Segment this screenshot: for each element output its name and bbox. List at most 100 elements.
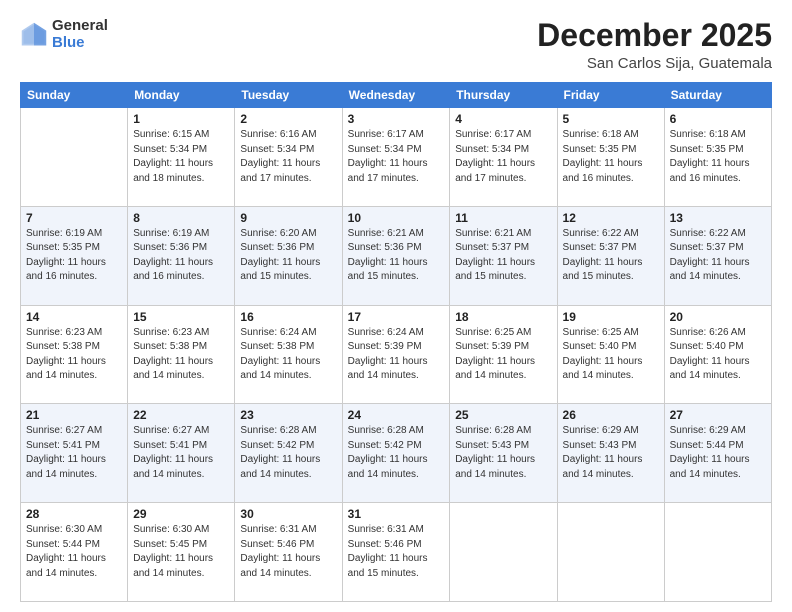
day-number: 5 [563, 112, 659, 126]
calendar-cell: 9 Sunrise: 6:20 AM Sunset: 5:36 PM Daylig… [235, 206, 342, 305]
header: General Blue December 2025 San Carlos Si… [20, 18, 772, 72]
day-info: Sunrise: 6:29 AM Sunset: 5:43 PM Dayligh… [563, 424, 659, 482]
day-number: 27 [670, 408, 766, 422]
day-number: 20 [670, 310, 766, 324]
day-header-saturday: Saturday [664, 83, 771, 108]
day-info: Sunrise: 6:17 AM Sunset: 5:34 PM Dayligh… [455, 128, 551, 186]
calendar-cell: 12Sunrise: 6:22 AM Sunset: 5:37 PM Dayli… [557, 206, 664, 305]
calendar-cell: 23 Sunrise: 6:28 AM Sunset: 5:42 PM Dayli… [235, 404, 342, 503]
calendar-cell: 27Sunrise: 6:29 AM Sunset: 5:44 PM Dayli… [664, 404, 771, 503]
title-block: December 2025 San Carlos Sija, Guatemala [537, 18, 772, 72]
calendar-cell: 17 Sunrise: 6:24 AM Sunset: 5:39 PM Dayli… [342, 305, 450, 404]
day-number: 24 [348, 408, 445, 422]
calendar-cell: 24Sunrise: 6:28 AM Sunset: 5:42 PM Dayli… [342, 404, 450, 503]
day-number: 7 [26, 211, 122, 225]
calendar-cell: 28Sunrise: 6:30 AM Sunset: 5:44 PM Dayli… [21, 503, 128, 602]
day-info: Sunrise: 6:31 AM Sunset: 5:46 PM Dayligh… [240, 523, 336, 581]
logo-text: General Blue [52, 18, 108, 51]
day-header-tuesday: Tuesday [235, 83, 342, 108]
day-number: 13 [670, 211, 766, 225]
calendar-cell: 10 Sunrise: 6:21 AM Sunset: 5:36 PM Dayli… [342, 206, 450, 305]
day-info: Sunrise: 6:28 AM Sunset: 5:43 PM Dayligh… [455, 424, 551, 482]
day-number: 30 [240, 507, 336, 521]
calendar-cell [21, 108, 128, 207]
day-info: Sunrise: 6:22 AM Sunset: 5:37 PM Dayligh… [670, 227, 766, 285]
calendar-cell [450, 503, 557, 602]
day-info: Sunrise: 6:21 AM Sunset: 5:36 PM Dayligh… [348, 227, 445, 285]
calendar-cell: 25 Sunrise: 6:28 AM Sunset: 5:43 PM Dayli… [450, 404, 557, 503]
day-info: Sunrise: 6:18 AM Sunset: 5:35 PM Dayligh… [563, 128, 659, 186]
day-number: 18 [455, 310, 551, 324]
calendar-cell [557, 503, 664, 602]
calendar-cell: 15 Sunrise: 6:23 AM Sunset: 5:38 PM Dayli… [128, 305, 235, 404]
day-info: Sunrise: 6:21 AM Sunset: 5:37 PM Dayligh… [455, 227, 551, 285]
calendar-table: SundayMondayTuesdayWednesdayThursdayFrid… [20, 82, 772, 602]
day-info: Sunrise: 6:18 AM Sunset: 5:35 PM Dayligh… [670, 128, 766, 186]
calendar-cell: 29 Sunrise: 6:30 AM Sunset: 5:45 PM Dayli… [128, 503, 235, 602]
day-header-thursday: Thursday [450, 83, 557, 108]
calendar-week-2: 7 Sunrise: 6:19 AM Sunset: 5:35 PM Daylig… [21, 206, 772, 305]
calendar-cell: 30 Sunrise: 6:31 AM Sunset: 5:46 PM Dayli… [235, 503, 342, 602]
day-info: Sunrise: 6:30 AM Sunset: 5:45 PM Dayligh… [133, 523, 229, 581]
day-info: Sunrise: 6:24 AM Sunset: 5:38 PM Dayligh… [240, 326, 336, 384]
calendar-cell: 4 Sunrise: 6:17 AM Sunset: 5:34 PM Daylig… [450, 108, 557, 207]
day-info: Sunrise: 6:24 AM Sunset: 5:39 PM Dayligh… [348, 326, 445, 384]
calendar-cell: 5 Sunrise: 6:18 AM Sunset: 5:35 PM Daylig… [557, 108, 664, 207]
day-info: Sunrise: 6:23 AM Sunset: 5:38 PM Dayligh… [26, 326, 122, 384]
calendar-week-4: 21 Sunrise: 6:27 AM Sunset: 5:41 PM Dayli… [21, 404, 772, 503]
day-number: 25 [455, 408, 551, 422]
day-number: 6 [670, 112, 766, 126]
day-number: 15 [133, 310, 229, 324]
day-number: 19 [563, 310, 659, 324]
day-info: Sunrise: 6:19 AM Sunset: 5:36 PM Dayligh… [133, 227, 229, 285]
day-info: Sunrise: 6:27 AM Sunset: 5:41 PM Dayligh… [26, 424, 122, 482]
day-number: 11 [455, 211, 551, 225]
day-info: Sunrise: 6:17 AM Sunset: 5:34 PM Dayligh… [348, 128, 445, 186]
day-number: 28 [26, 507, 122, 521]
calendar-week-1: 1Sunrise: 6:15 AM Sunset: 5:34 PM Daylig… [21, 108, 772, 207]
day-number: 9 [240, 211, 336, 225]
calendar-cell: 3 Sunrise: 6:17 AM Sunset: 5:34 PM Daylig… [342, 108, 450, 207]
day-header-friday: Friday [557, 83, 664, 108]
day-header-sunday: Sunday [21, 83, 128, 108]
calendar-cell: 31Sunrise: 6:31 AM Sunset: 5:46 PM Dayli… [342, 503, 450, 602]
logo-general: General [52, 18, 108, 35]
calendar-header-row: SundayMondayTuesdayWednesdayThursdayFrid… [21, 83, 772, 108]
calendar-cell: 8 Sunrise: 6:19 AM Sunset: 5:36 PM Daylig… [128, 206, 235, 305]
day-number: 1 [133, 112, 229, 126]
day-number: 8 [133, 211, 229, 225]
calendar-cell: 20 Sunrise: 6:26 AM Sunset: 5:40 PM Dayli… [664, 305, 771, 404]
day-number: 26 [563, 408, 659, 422]
day-info: Sunrise: 6:26 AM Sunset: 5:40 PM Dayligh… [670, 326, 766, 384]
day-number: 22 [133, 408, 229, 422]
day-number: 17 [348, 310, 445, 324]
day-info: Sunrise: 6:28 AM Sunset: 5:42 PM Dayligh… [240, 424, 336, 482]
calendar-cell: 26 Sunrise: 6:29 AM Sunset: 5:43 PM Dayli… [557, 404, 664, 503]
day-number: 4 [455, 112, 551, 126]
day-info: Sunrise: 6:22 AM Sunset: 5:37 PM Dayligh… [563, 227, 659, 285]
day-info: Sunrise: 6:19 AM Sunset: 5:35 PM Dayligh… [26, 227, 122, 285]
logo: General Blue [20, 18, 108, 51]
calendar-cell: 7 Sunrise: 6:19 AM Sunset: 5:35 PM Daylig… [21, 206, 128, 305]
calendar-cell: 14 Sunrise: 6:23 AM Sunset: 5:38 PM Dayli… [21, 305, 128, 404]
day-info: Sunrise: 6:25 AM Sunset: 5:40 PM Dayligh… [563, 326, 659, 384]
day-number: 10 [348, 211, 445, 225]
calendar-cell: 1Sunrise: 6:15 AM Sunset: 5:34 PM Daylig… [128, 108, 235, 207]
day-number: 21 [26, 408, 122, 422]
day-info: Sunrise: 6:25 AM Sunset: 5:39 PM Dayligh… [455, 326, 551, 384]
calendar-cell: 22Sunrise: 6:27 AM Sunset: 5:41 PM Dayli… [128, 404, 235, 503]
calendar-week-5: 28Sunrise: 6:30 AM Sunset: 5:44 PM Dayli… [21, 503, 772, 602]
day-number: 14 [26, 310, 122, 324]
calendar-cell [664, 503, 771, 602]
day-info: Sunrise: 6:16 AM Sunset: 5:34 PM Dayligh… [240, 128, 336, 186]
location-subtitle: San Carlos Sija, Guatemala [537, 55, 772, 72]
day-number: 29 [133, 507, 229, 521]
day-number: 3 [348, 112, 445, 126]
calendar-cell: 21 Sunrise: 6:27 AM Sunset: 5:41 PM Dayli… [21, 404, 128, 503]
calendar-cell: 13 Sunrise: 6:22 AM Sunset: 5:37 PM Dayli… [664, 206, 771, 305]
day-info: Sunrise: 6:23 AM Sunset: 5:38 PM Dayligh… [133, 326, 229, 384]
calendar-cell: 2 Sunrise: 6:16 AM Sunset: 5:34 PM Daylig… [235, 108, 342, 207]
day-number: 23 [240, 408, 336, 422]
day-info: Sunrise: 6:20 AM Sunset: 5:36 PM Dayligh… [240, 227, 336, 285]
day-number: 2 [240, 112, 336, 126]
